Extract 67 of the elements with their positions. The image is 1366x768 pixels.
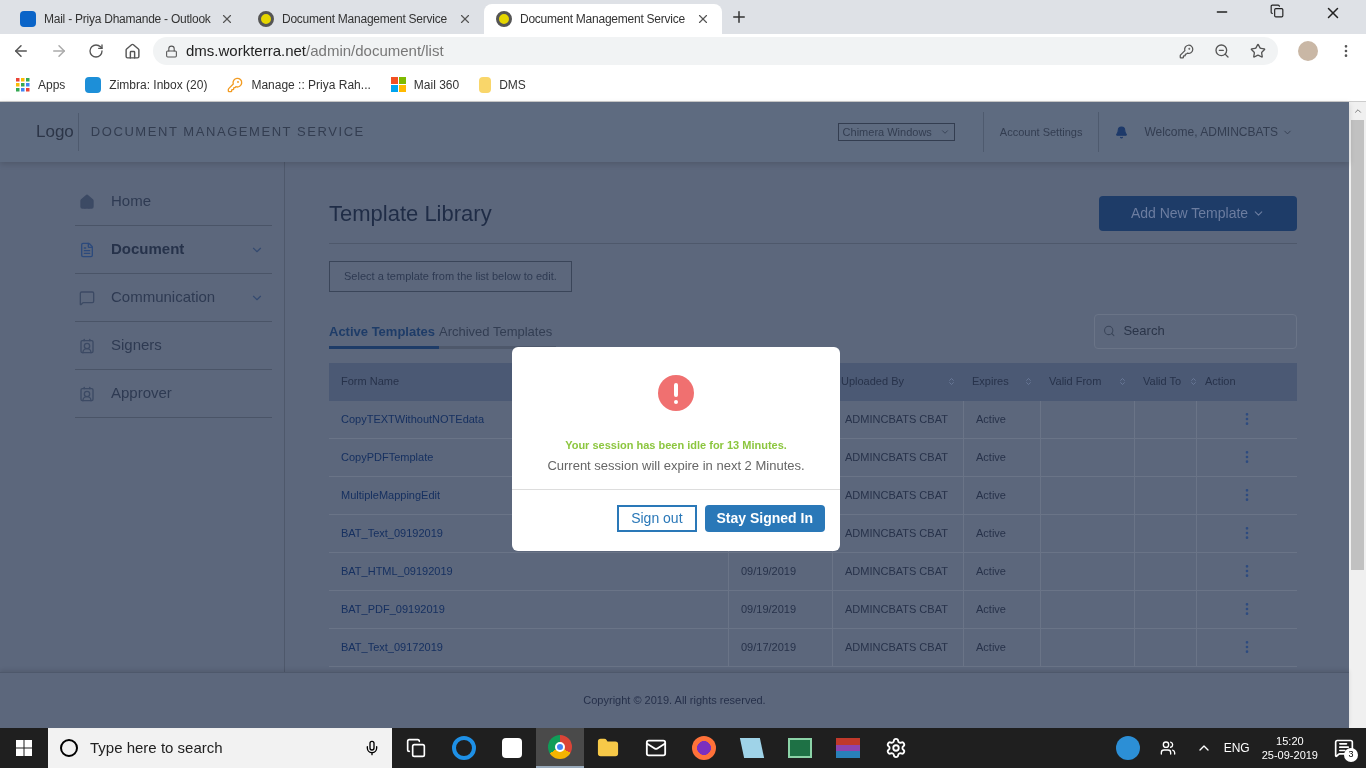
restore-icon[interactable] <box>1270 4 1284 18</box>
template-tab[interactable]: Active Templates <box>329 322 439 349</box>
scrollbar[interactable] <box>1349 102 1366 728</box>
stay-signed-in-button[interactable]: Stay Signed In <box>704 505 825 532</box>
zoom-out-icon[interactable] <box>1214 43 1230 59</box>
bookmark-link[interactable]: Mail 360 <box>390 75 460 94</box>
form-name-link[interactable]: CopyPDFTemplate <box>341 448 434 466</box>
taskbar-search-box[interactable]: Type here to search <box>48 728 392 768</box>
close-icon[interactable] <box>220 12 234 26</box>
microphone-icon[interactable] <box>364 740 380 756</box>
bookmark-link[interactable]: Zimbra: Inbox (20) <box>85 75 208 94</box>
notifications-icon[interactable] <box>1334 738 1354 758</box>
bookmark-link[interactable]: Manage :: Priya Rah... <box>227 75 371 94</box>
bookmark-link[interactable]: DMS <box>479 75 526 94</box>
back-icon[interactable] <box>12 42 30 60</box>
language-indicator[interactable]: ENG <box>1223 739 1250 757</box>
form-name-link[interactable]: CopyTEXTWithoutNOTEdata <box>341 410 485 428</box>
form-name-link[interactable]: MultipleMappingEdit <box>341 486 441 504</box>
address-bar[interactable]: dms.workterra.net/admin/document/list <box>153 37 1278 65</box>
task-view-icon[interactable] <box>406 738 426 758</box>
people-icon[interactable] <box>1159 740 1176 756</box>
grid-icon <box>16 77 30 92</box>
browser-tab[interactable]: Mail - Priya Dhamande - Outlook <box>8 4 246 34</box>
sign-out-button[interactable]: Sign out <box>617 505 697 532</box>
target-icon <box>258 11 274 27</box>
envelope-icon[interactable] <box>645 737 667 759</box>
new-tab-icon[interactable] <box>730 8 748 26</box>
idle-message: Your session has been idle for 13 Minutes. <box>565 438 787 453</box>
target-icon <box>496 11 512 27</box>
home-icon <box>79 193 95 210</box>
taskbar-search-field[interactable]: Type here to search <box>90 736 352 760</box>
windows-logo-icon <box>16 740 32 756</box>
form-name-link[interactable]: BAT_PDF_09192019 <box>341 600 445 618</box>
caret-icon <box>939 127 950 137</box>
expiry-message: Current session will expire in next 2 Minutes. <box>547 456 805 475</box>
star-icon[interactable] <box>1250 43 1266 59</box>
form-name-link[interactable]: BAT_Text_09192019 <box>341 524 443 542</box>
broken-logo-image: Logo <box>36 113 79 151</box>
browser-tab[interactable]: Document Management Service <box>484 4 722 34</box>
lock-icon <box>165 44 178 58</box>
id-badge-icon <box>79 385 95 402</box>
search-icon <box>1103 324 1116 338</box>
browser-tab[interactable]: Document Management Service <box>246 4 484 34</box>
tab-title: Document Management Service <box>282 11 448 28</box>
key-icon <box>227 76 244 93</box>
page-title: Template Library <box>329 200 492 228</box>
add-new-template-button[interactable]: Add New Template <box>1099 196 1297 231</box>
close-icon[interactable] <box>696 12 710 26</box>
document-icon <box>79 241 95 258</box>
close-icon[interactable] <box>458 12 472 26</box>
id-badge-icon <box>79 337 95 354</box>
taskbar-app[interactable] <box>536 728 584 768</box>
form-name-link[interactable]: BAT_Text_09172019 <box>341 638 443 656</box>
reload-icon[interactable] <box>88 43 104 59</box>
exclamation-icon <box>658 375 694 411</box>
four-squares-icon <box>390 77 406 92</box>
bookmark-link[interactable]: Apps <box>16 75 66 94</box>
settings-icon[interactable] <box>885 737 907 759</box>
tab-title: Mail - Priya Dhamande - Outlook <box>44 11 212 28</box>
notification-count: 3 <box>1344 748 1358 762</box>
clock[interactable]: 15:20 25-09-2019 <box>1261 734 1318 762</box>
form-name-link[interactable]: BAT_HTML_09192019 <box>341 562 453 580</box>
key-icon[interactable] <box>1179 43 1194 59</box>
chat-icon <box>79 289 95 306</box>
url-text: dms.workterra.net/admin/document/list <box>186 40 444 61</box>
tab-title: Document Management Service <box>520 11 686 28</box>
home-icon[interactable] <box>124 42 141 60</box>
